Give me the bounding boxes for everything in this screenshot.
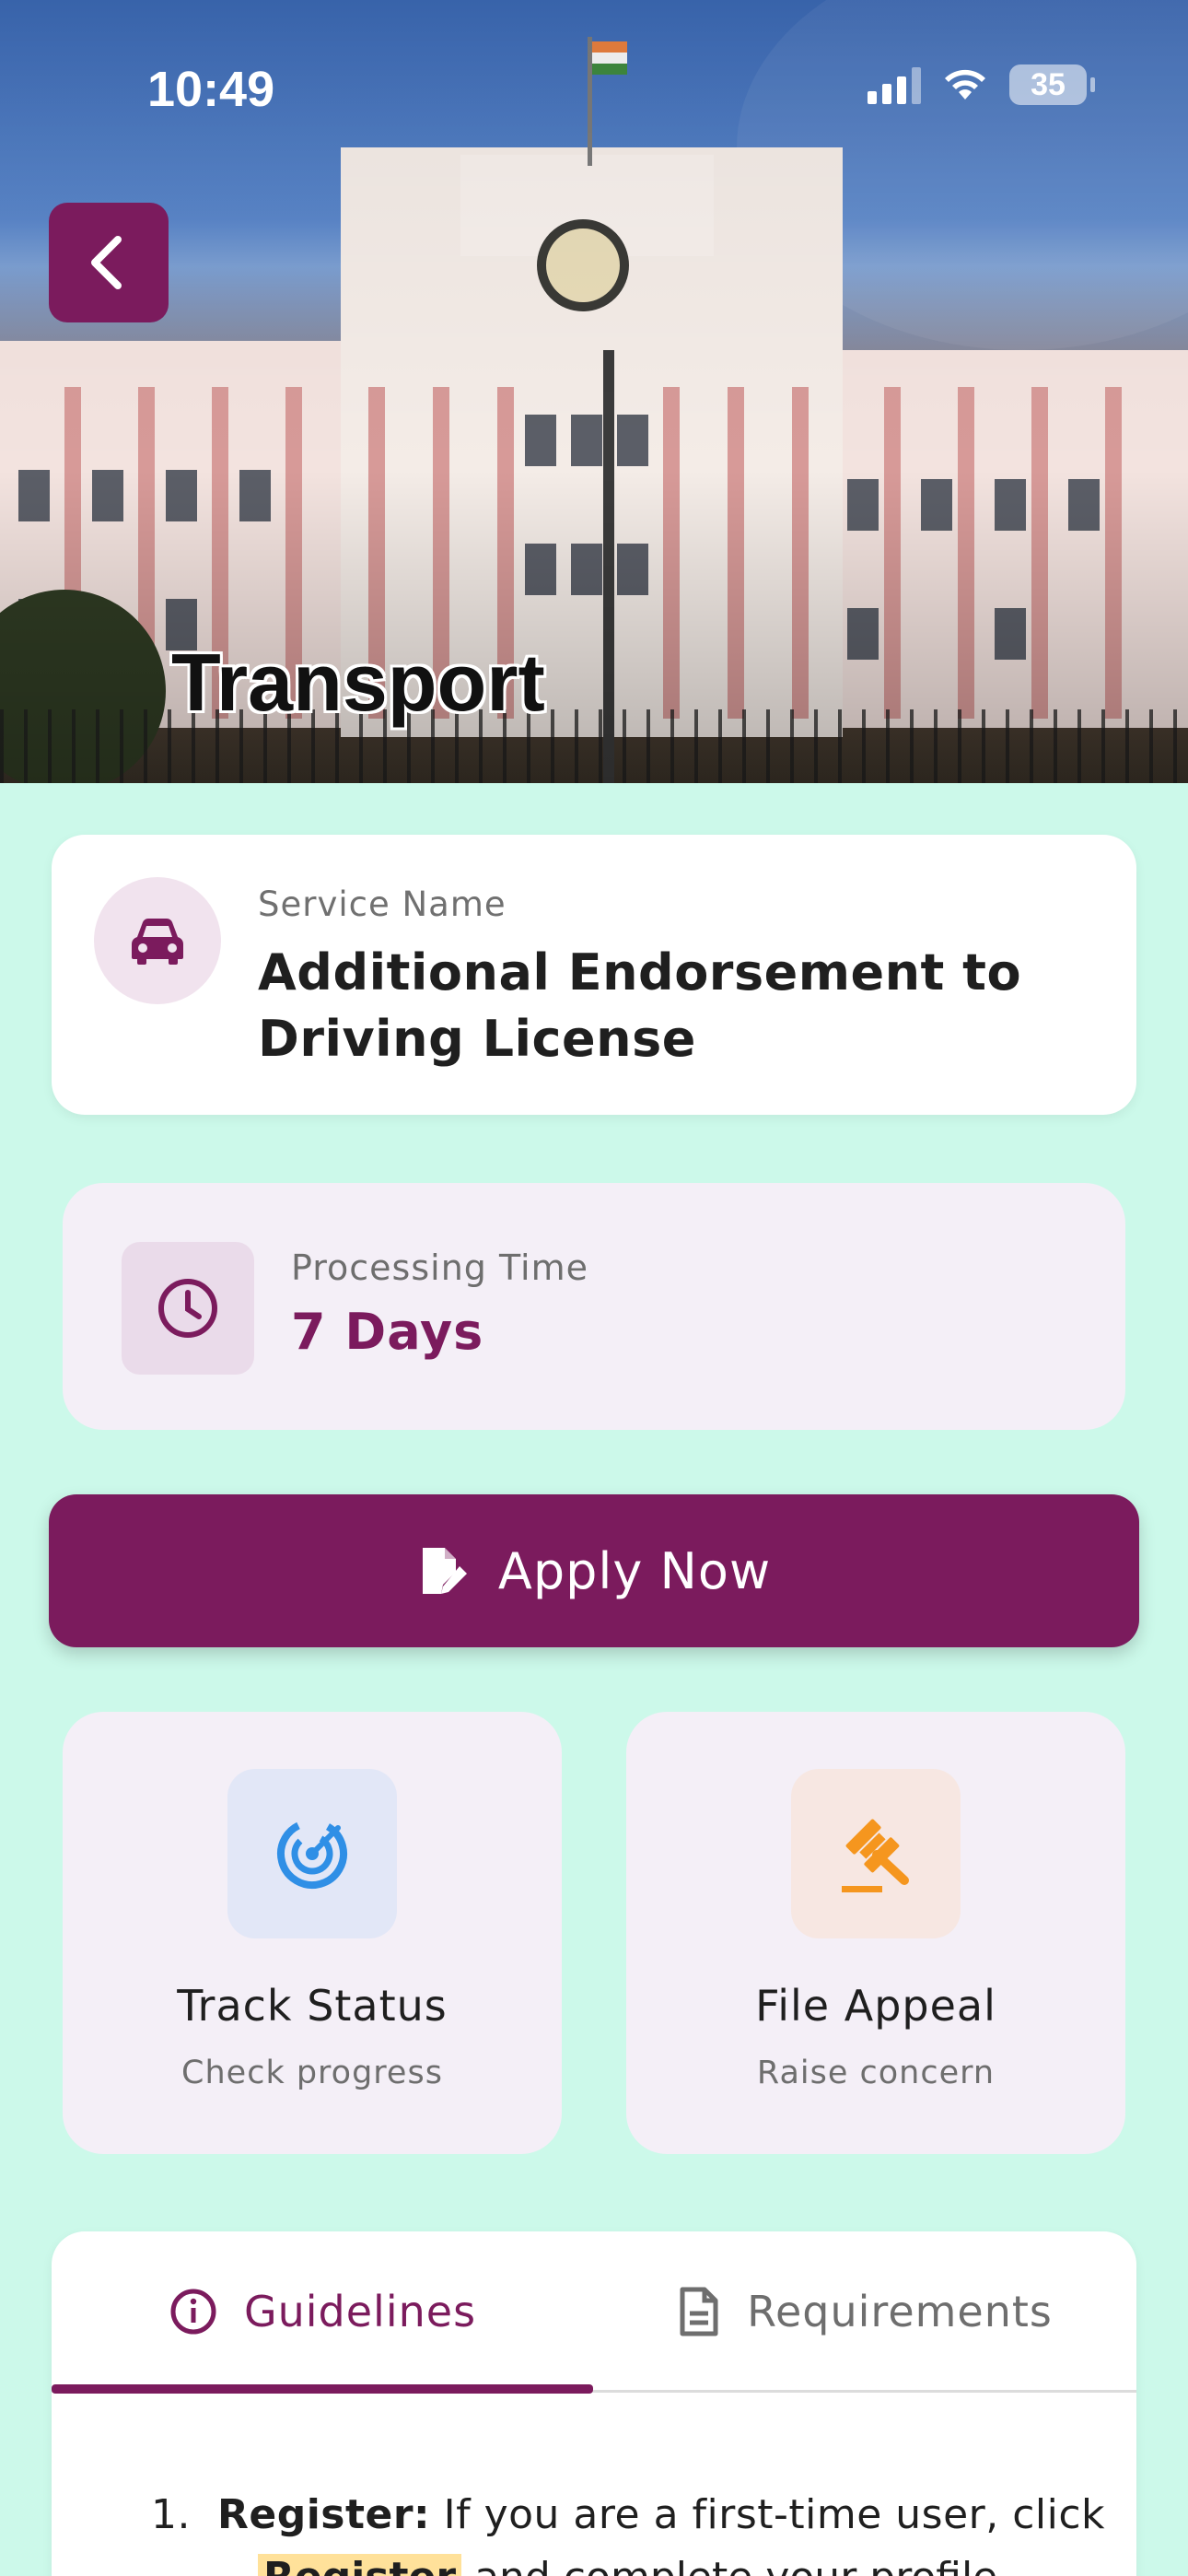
guideline-item-continued: Register and complete your profile xyxy=(258,2554,997,2576)
guideline-text: If you are a first-time user, click xyxy=(443,2491,1106,2538)
guideline-title: Register: xyxy=(216,2491,431,2538)
cellular-signal-icon xyxy=(868,65,921,104)
chevron-left-icon xyxy=(91,236,122,289)
file-appeal-title: File Appeal xyxy=(755,1981,996,2031)
tab-guidelines-label: Guidelines xyxy=(243,2287,477,2336)
processing-time-card: Processing Time 7 Days xyxy=(63,1183,1125,1430)
info-icon xyxy=(170,2289,216,2335)
document-icon xyxy=(680,2287,718,2336)
clock-icon xyxy=(122,1242,254,1375)
guideline-item: 1. Register: If you are a first-time use… xyxy=(151,2491,1105,2538)
service-name-value: Additional Endorsement to Driving Licens… xyxy=(258,943,1022,1068)
info-tabs-card: Guidelines Requirements 1. Register: If … xyxy=(52,2231,1136,2576)
status-time: 10:49 xyxy=(147,62,275,117)
track-status-title: Track Status xyxy=(177,1981,448,2031)
status-icons: 35 xyxy=(868,64,1095,105)
processing-time-value: 7 Days xyxy=(291,1303,484,1361)
service-name-card: Service Name Additional Endorsement to D… xyxy=(52,835,1136,1115)
apply-now-label: Apply Now xyxy=(497,1541,772,1600)
battery-icon: 35 xyxy=(1009,64,1095,105)
file-appeal-tile[interactable]: File Appeal Raise concern xyxy=(626,1712,1125,2154)
track-status-tile[interactable]: Track Status Check progress xyxy=(63,1712,562,2154)
active-tab-indicator xyxy=(52,2384,593,2394)
car-icon xyxy=(94,877,221,1004)
processing-time-label: Processing Time xyxy=(291,1247,588,1288)
tab-guidelines[interactable]: Guidelines xyxy=(52,2231,593,2392)
wifi-icon xyxy=(945,69,985,100)
edit-document-icon xyxy=(422,1548,467,1594)
tab-requirements[interactable]: Requirements xyxy=(593,2231,1136,2392)
guideline-text-rest: and complete your profile xyxy=(474,2554,997,2576)
tab-requirements-label: Requirements xyxy=(747,2287,1053,2336)
page-title: Transport xyxy=(171,637,545,728)
radar-icon xyxy=(227,1769,397,1938)
track-status-subtitle: Check progress xyxy=(181,2055,443,2091)
register-highlight: Register xyxy=(258,2554,462,2576)
back-button[interactable] xyxy=(49,203,169,322)
file-appeal-subtitle: Raise concern xyxy=(756,2055,996,2091)
service-name-label: Service Name xyxy=(258,884,507,924)
gavel-icon xyxy=(791,1769,961,1938)
guideline-number: 1. xyxy=(151,2491,191,2538)
apply-now-button[interactable]: Apply Now xyxy=(49,1494,1139,1647)
